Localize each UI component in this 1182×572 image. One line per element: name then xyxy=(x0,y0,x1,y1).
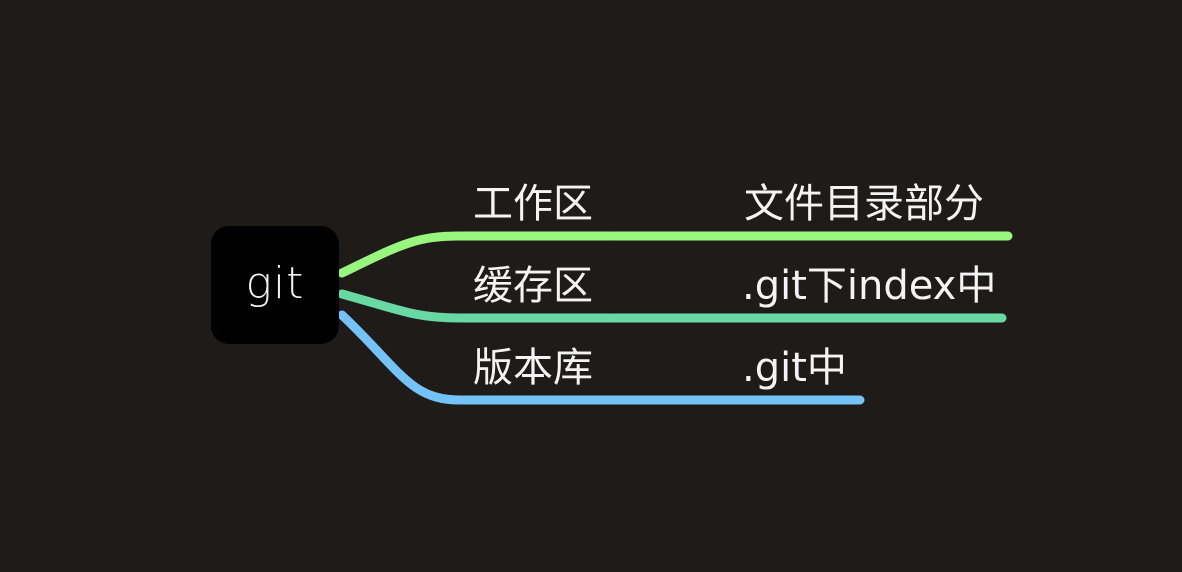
mind-map-canvas: git 工作区 文件目录部分 缓存区 .git下index中 版本库 .git中 xyxy=(0,0,1182,572)
branch-label-staging-area[interactable]: 缓存区 xyxy=(473,266,593,306)
leaf-label-staging-area[interactable]: .git下index中 xyxy=(742,266,996,306)
root-node[interactable]: git xyxy=(211,226,339,344)
branch-label-working-area[interactable]: 工作区 xyxy=(473,184,593,224)
leaf-label-working-area[interactable]: 文件目录部分 xyxy=(744,184,984,224)
root-label: git xyxy=(245,258,305,309)
branch-label-repository[interactable]: 版本库 xyxy=(473,348,593,388)
leaf-label-repository[interactable]: .git中 xyxy=(742,348,847,388)
